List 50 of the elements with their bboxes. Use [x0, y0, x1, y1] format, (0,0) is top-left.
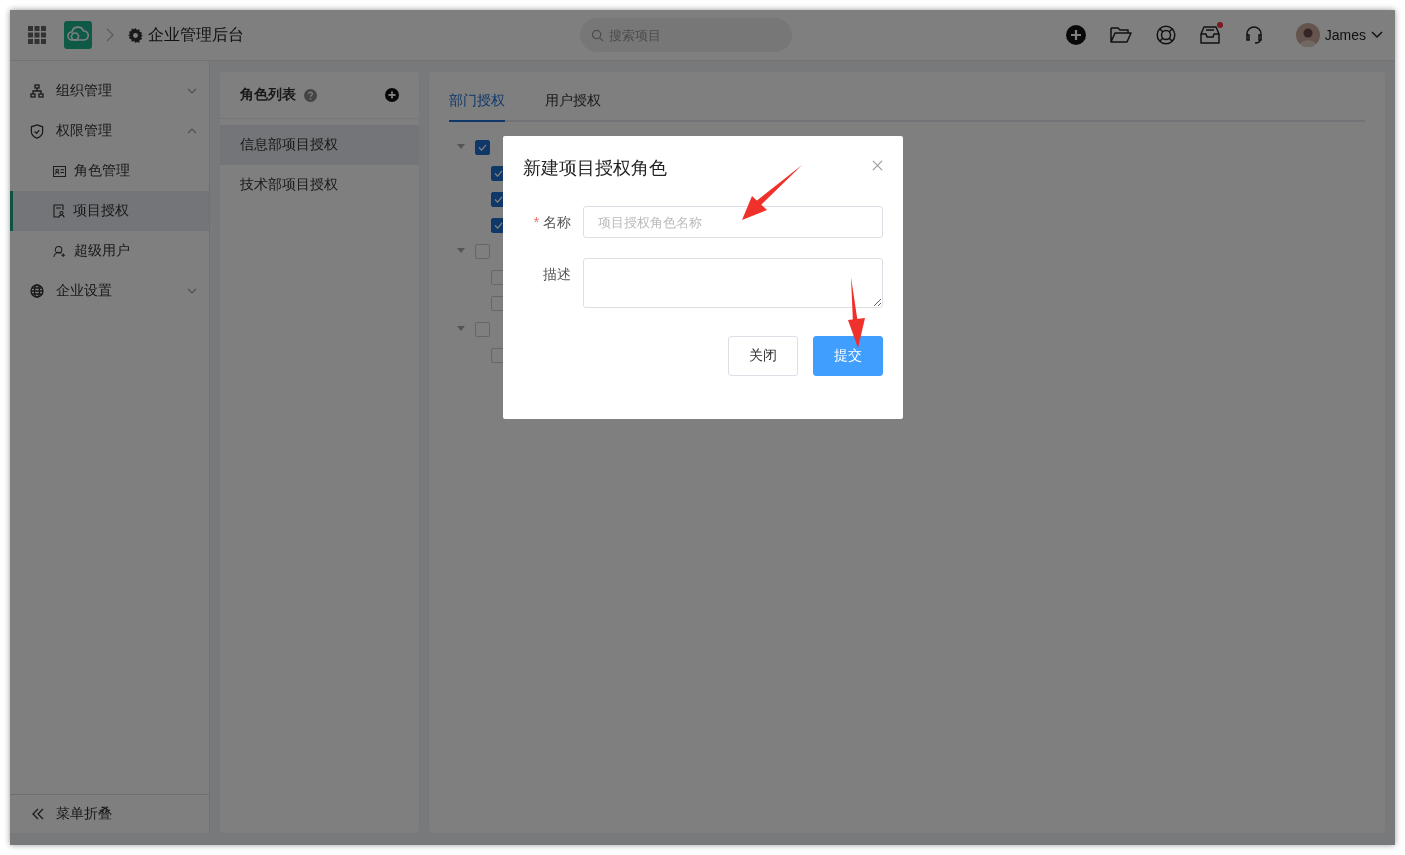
shield-check-icon	[30, 123, 44, 139]
menu-item[interactable]: 超级用户	[10, 231, 209, 271]
tab[interactable]: 用户授权	[545, 92, 601, 122]
menu-group[interactable]: 企业设置	[10, 271, 209, 311]
textarea-field[interactable]	[583, 258, 883, 308]
search-icon	[591, 29, 604, 42]
chevron-down-icon	[187, 288, 197, 294]
help-icon[interactable]	[304, 88, 317, 102]
menu-group[interactable]: 组织管理	[10, 71, 209, 111]
apps-grid-icon[interactable]	[28, 26, 46, 44]
role-list-title: 角色列表	[240, 86, 296, 104]
field-label: 名称	[543, 213, 572, 232]
input-field[interactable]: 项目授权角色名称	[583, 206, 883, 238]
menu-item[interactable]: 角色管理	[10, 151, 209, 191]
dialog-title: 新建项目授权角色	[523, 157, 667, 180]
hierarchy-icon	[30, 84, 44, 98]
document-user-icon	[53, 204, 65, 218]
checkbox[interactable]	[475, 139, 490, 155]
close-button[interactable]: 关闭	[728, 336, 798, 376]
add-circle-icon[interactable]	[1065, 25, 1086, 45]
settings-icon	[128, 27, 143, 43]
folder-icon[interactable]	[1109, 26, 1132, 44]
headset-icon[interactable]	[1243, 25, 1264, 45]
add-circle-icon[interactable]	[385, 88, 399, 102]
menu-item[interactable]: 项目授权	[10, 191, 209, 231]
checkmark-icon	[478, 143, 487, 151]
collapse-menu-button[interactable]: 菜单折叠	[10, 794, 209, 833]
chevron-down-icon	[1371, 31, 1383, 39]
chevron-up-icon	[187, 128, 197, 134]
tab[interactable]: 部门授权	[449, 92, 505, 122]
globe-icon	[30, 284, 44, 298]
menu-group[interactable]: 权限管理	[10, 111, 209, 151]
inbox-icon[interactable]	[1199, 26, 1220, 44]
field-label: 描述	[543, 265, 572, 284]
required-mark: *	[533, 213, 540, 232]
lifebuoy-icon[interactable]	[1155, 25, 1176, 45]
annotation-arrow	[848, 277, 865, 348]
user-add-icon	[53, 244, 66, 258]
role-item[interactable]: 信息部项目授权	[220, 125, 419, 165]
role-item[interactable]: 技术部项目授权	[220, 165, 419, 205]
submit-button[interactable]: 提交	[813, 336, 883, 376]
close-icon[interactable]	[872, 159, 883, 171]
user-name: James	[1324, 27, 1366, 43]
chevron-right-icon	[106, 28, 114, 42]
chevron-down-icon	[187, 88, 197, 94]
double-chevron-left-icon	[32, 808, 44, 820]
app-title: 企业管理后台	[148, 24, 244, 45]
user-menu[interactable]: James	[1295, 23, 1383, 47]
avatar-icon	[1295, 23, 1320, 47]
id-card-icon	[53, 165, 66, 177]
